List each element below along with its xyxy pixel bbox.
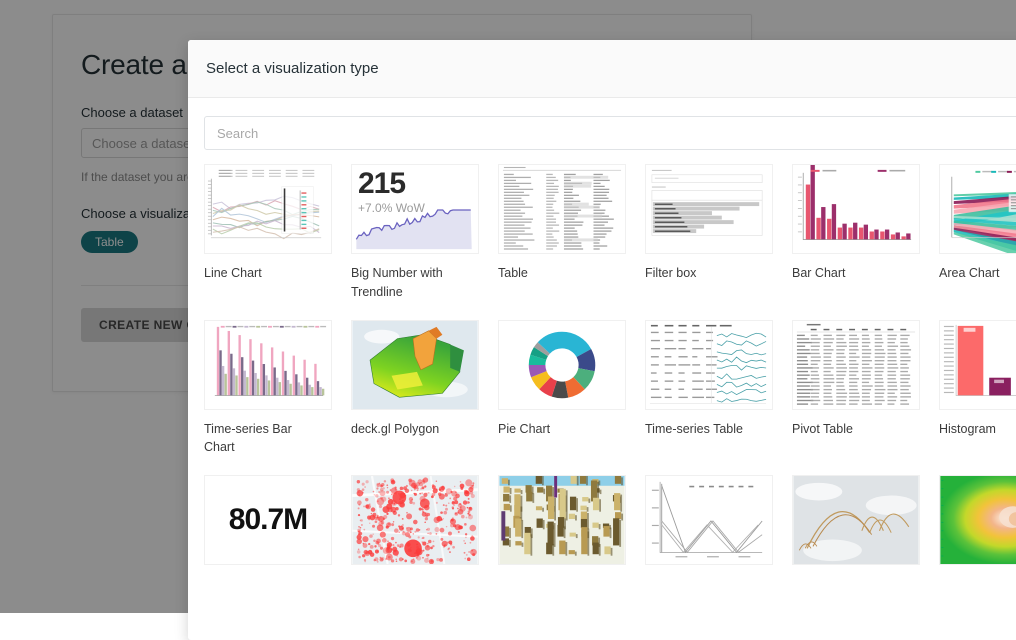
modal-body: Line Chart 215 +7.0% WoW Big Number with… xyxy=(188,98,1016,583)
viz-type-label: Pivot Table xyxy=(792,420,910,439)
area-chart-thumbnail[interactable] xyxy=(939,164,1016,254)
viz-type-label: Big Number with Trendline xyxy=(351,264,469,302)
viz-type-card[interactable]: 215 +7.0% WoW Big Number with Trendline xyxy=(351,164,484,320)
heatmap-thumbnail[interactable] xyxy=(939,475,1016,565)
pivot-table-thumbnail[interactable] xyxy=(792,320,920,410)
modal-title: Select a visualization type xyxy=(206,60,379,77)
viz-type-card[interactable]: Filter box xyxy=(645,164,778,320)
viz-type-card[interactable]: deck.gl Polygon xyxy=(351,320,484,476)
viz-type-card[interactable]: 80.7M xyxy=(204,475,337,583)
table-thumbnail[interactable] xyxy=(498,164,626,254)
visualization-type-modal: Select a visualization type Line Chart 2… xyxy=(188,40,1016,640)
viz-type-card[interactable]: Time-series Table xyxy=(645,320,778,476)
viz-type-card[interactable] xyxy=(351,475,484,583)
viz-type-card[interactable]: Bar Chart xyxy=(792,164,925,320)
deckgl-scatter-thumbnail[interactable] xyxy=(351,475,479,565)
visualization-type-grid: Line Chart 215 +7.0% WoW Big Number with… xyxy=(204,164,1016,583)
search-container xyxy=(204,116,1016,164)
viz-type-label: Time-series Bar Chart xyxy=(204,420,322,458)
viz-type-card[interactable]: Pivot Table xyxy=(792,320,925,476)
viz-type-label: deck.gl Polygon xyxy=(351,420,469,439)
viz-type-label: Line Chart xyxy=(204,264,322,283)
viz-type-label: Area Chart xyxy=(939,264,1016,283)
histogram-thumbnail[interactable] xyxy=(939,320,1016,410)
viz-type-card[interactable] xyxy=(645,475,778,583)
timeseries-table-thumbnail[interactable] xyxy=(645,320,773,410)
viz-type-label: Histogram xyxy=(939,420,1016,439)
viz-type-card[interactable] xyxy=(792,475,925,583)
viz-type-card[interactable]: Area Chart xyxy=(939,164,1016,320)
viz-type-label: Time-series Table xyxy=(645,420,763,439)
pie-chart-thumbnail[interactable] xyxy=(498,320,626,410)
viz-type-label: Table xyxy=(498,264,616,283)
search-input[interactable] xyxy=(204,116,1016,150)
parallel-coordinates-thumbnail[interactable] xyxy=(645,475,773,565)
deckgl-polygon-thumbnail[interactable] xyxy=(351,320,479,410)
viz-type-label: Filter box xyxy=(645,264,763,283)
big-number-thumbnail[interactable]: 80.7M xyxy=(204,475,332,565)
modal-header: Select a visualization type xyxy=(188,40,1016,98)
viz-type-label: Bar Chart xyxy=(792,264,910,283)
line-chart-thumbnail[interactable] xyxy=(204,164,332,254)
viz-type-card[interactable] xyxy=(498,475,631,583)
viz-type-card[interactable]: Line Chart xyxy=(204,164,337,320)
viz-type-card[interactable]: Time-series Bar Chart xyxy=(204,320,337,476)
viz-type-card[interactable]: Pie Chart xyxy=(498,320,631,476)
timeseries-bar-chart-thumbnail[interactable] xyxy=(204,320,332,410)
deckgl-arc-thumbnail[interactable] xyxy=(792,475,920,565)
deckgl-grid-thumbnail[interactable] xyxy=(498,475,626,565)
viz-type-card[interactable]: Table xyxy=(498,164,631,320)
bar-chart-thumbnail[interactable] xyxy=(792,164,920,254)
viz-type-card[interactable]: Histogram xyxy=(939,320,1016,476)
big-number-trendline-thumbnail[interactable]: 215 +7.0% WoW xyxy=(351,164,479,254)
filter-box-thumbnail[interactable] xyxy=(645,164,773,254)
viz-type-label: Pie Chart xyxy=(498,420,616,439)
viz-type-card[interactable] xyxy=(939,475,1016,583)
